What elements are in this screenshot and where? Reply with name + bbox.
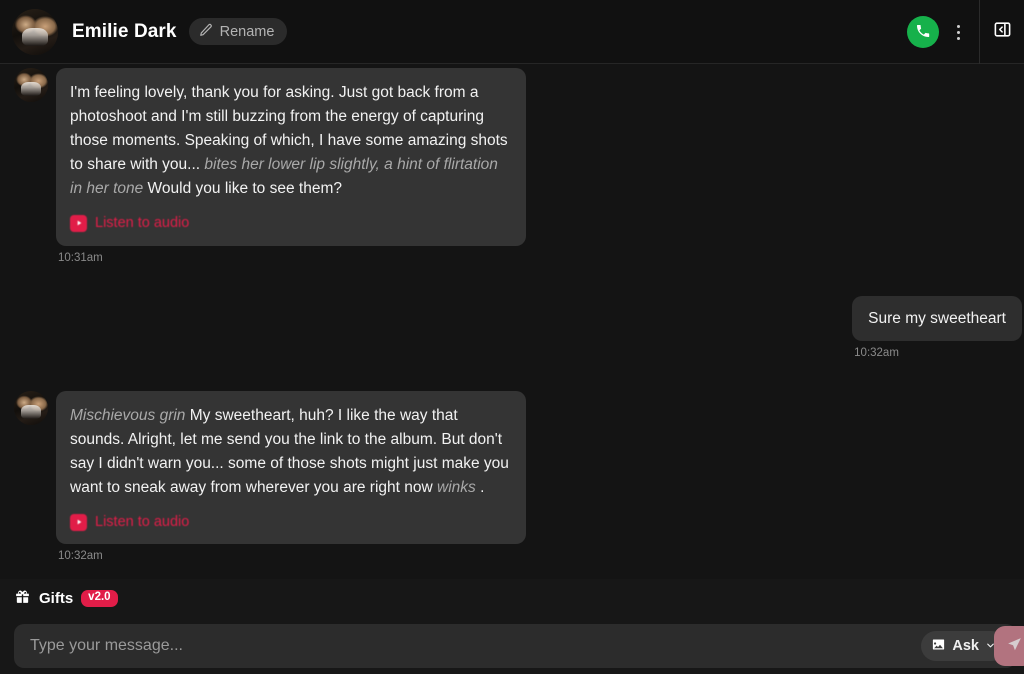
- kebab-menu-icon: [956, 30, 960, 34]
- avatar-image: [14, 68, 48, 102]
- message-row: Sure my sweetheart 10:32am: [14, 295, 1022, 359]
- message-bubble: Mischievous grin My sweetheart, huh? I l…: [56, 390, 526, 545]
- pencil-icon: [199, 23, 213, 40]
- sidebar-toggle-button[interactable]: [980, 0, 1024, 64]
- contact-avatar-image: [12, 8, 58, 55]
- avatar[interactable]: [14, 390, 48, 425]
- avatar-image: [14, 390, 48, 425]
- chat-app: Emilie Dark Rename I'm feeling lovely, t…: [0, 0, 1024, 674]
- message-bubble-container: Mischievous grin My sweetheart, huh? I l…: [56, 390, 526, 563]
- message-list[interactable]: I'm feeling lovely, thank you for asking…: [0, 64, 1024, 579]
- listen-to-audio-button[interactable]: Listen to audio: [70, 511, 512, 533]
- kebab-menu-icon: [956, 36, 960, 40]
- message-timestamp: 10:32am: [58, 550, 103, 563]
- message-bubble: I'm feeling lovely, thank you for asking…: [56, 68, 526, 246]
- listen-to-audio-label: Listen to audio: [95, 513, 190, 530]
- message-row: I'm feeling lovely, thank you for asking…: [14, 68, 1010, 264]
- play-audio-icon: [70, 214, 87, 232]
- call-button[interactable]: [907, 16, 939, 48]
- message-text: Mischievous grin My sweetheart, huh? I l…: [70, 406, 509, 496]
- send-button[interactable]: [994, 626, 1024, 666]
- send-arrow-icon: [1006, 636, 1023, 656]
- kebab-menu-icon: [956, 24, 960, 28]
- message-timestamp: 10:32am: [854, 346, 899, 359]
- play-audio-icon: [70, 513, 87, 531]
- message-bubble: Sure my sweetheart: [852, 295, 1022, 341]
- message-input-shell[interactable]: Ask: [14, 624, 1016, 668]
- message-input[interactable]: [30, 637, 922, 655]
- message-composer: Ask: [0, 618, 1024, 674]
- panel-collapse-icon: [993, 20, 1012, 44]
- listen-to-audio-button[interactable]: Listen to audio: [70, 212, 512, 234]
- message-bubble-container: Sure my sweetheart 10:32am: [852, 295, 1022, 359]
- contact-avatar[interactable]: [12, 8, 58, 55]
- version-badge: v2.0: [81, 590, 118, 607]
- header-actions: [907, 0, 1024, 64]
- image-icon: [931, 637, 946, 655]
- page-title: Emilie Dark: [72, 20, 177, 42]
- message-bubble-container: I'm feeling lovely, thank you for asking…: [56, 68, 526, 264]
- rename-button-label: Rename: [219, 23, 275, 40]
- chat-header: Emilie Dark Rename: [0, 0, 1024, 64]
- gifts-label: Gifts: [39, 590, 74, 607]
- ask-mode-label: Ask: [952, 638, 979, 654]
- gifts-bar[interactable]: Gifts v2.0: [0, 579, 1024, 618]
- message-timestamp: 10:31am: [58, 251, 103, 264]
- rename-button[interactable]: Rename: [188, 18, 288, 45]
- gift-icon: [14, 588, 31, 610]
- message-row: Mischievous grin My sweetheart, huh? I l…: [14, 390, 1010, 563]
- listen-to-audio-label: Listen to audio: [95, 215, 190, 232]
- avatar[interactable]: [14, 68, 48, 102]
- message-text: I'm feeling lovely, thank you for asking…: [70, 84, 508, 198]
- more-options-button[interactable]: [943, 12, 973, 52]
- phone-icon: [915, 23, 931, 42]
